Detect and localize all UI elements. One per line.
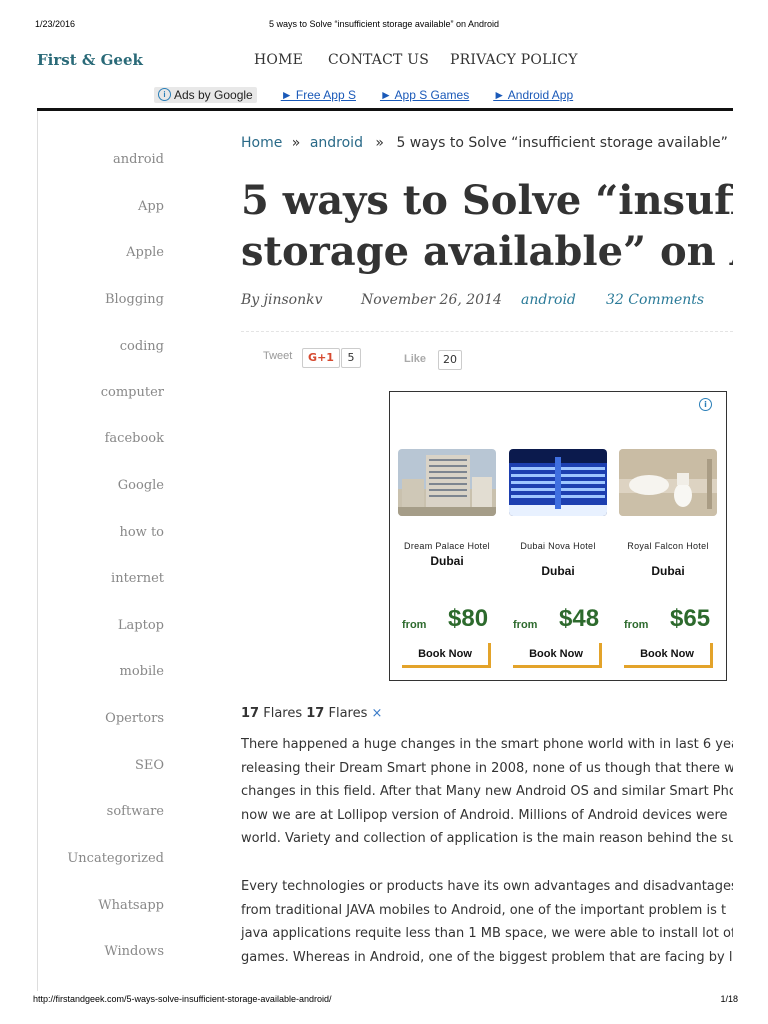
paragraph-line: releasing their Dream Smart phone in 200… (241, 760, 733, 776)
ad-link-app-games[interactable]: ► App S Games (380, 88, 469, 102)
article-date: November 26, 2014 (361, 292, 502, 308)
paragraph-line: world. Variety and collection of applica… (241, 831, 733, 846)
info-icon: i (158, 88, 171, 101)
sidebar-item-google[interactable]: Google (118, 478, 164, 493)
book-now-button[interactable]: Book Now (402, 643, 491, 668)
like-button[interactable]: Like (404, 353, 426, 365)
print-footer-url: http://firstandgeek.com/5-ways-solve-ins… (33, 994, 332, 1004)
hotel-city: Dubai (430, 554, 464, 568)
article-category-link[interactable]: android (521, 292, 576, 308)
sidebar-item-android[interactable]: android (113, 152, 164, 167)
hotel-name: Dream Palace Hotel (404, 541, 490, 551)
sidebar-item-computer[interactable]: computer (101, 385, 164, 400)
article-title: 5 ways to Solve “insuffici storage avail… (241, 175, 733, 277)
hotel-card[interactable]: Royal Falcon Hotel Dubai (619, 449, 717, 578)
sidebar-item-app[interactable]: App (138, 199, 164, 214)
page-viewport: First & Geek HOME CONTACT US PRIVACY POL… (0, 0, 733, 1024)
hotel-name: Royal Falcon Hotel (627, 541, 709, 551)
hotel-price: $80 (448, 605, 489, 632)
ad-link-bar: i Ads by Google ► Free App S ► App S Gam… (154, 86, 573, 103)
flare-label: Flares (328, 706, 368, 721)
book-now-button[interactable]: Book Now (624, 643, 713, 668)
print-page-number: 1/18 (720, 994, 738, 1004)
ad-link-free-app[interactable]: ► Free App S (281, 88, 356, 102)
sidebar-item-laptop[interactable]: Laptop (118, 618, 164, 633)
google-plus-count: 5 (341, 348, 361, 368)
article-paragraph: Every technologies or products have its … (241, 875, 733, 969)
content-left-border (37, 111, 38, 991)
sidebar-item-seo[interactable]: SEO (135, 758, 164, 773)
breadcrumb-separator: » (375, 135, 384, 151)
sidebar-item-software[interactable]: software (107, 804, 164, 819)
paragraph-line: changes in this field. After that Many n… (241, 784, 733, 799)
breadcrumb-separator: » (291, 135, 301, 151)
google-plus-button[interactable]: G+1 (302, 348, 340, 368)
sidebar-item-blogging[interactable]: Blogging (105, 292, 164, 307)
sidebar-item-opertors[interactable]: Opertors (105, 711, 164, 726)
hotel-name: Dubai Nova Hotel (520, 541, 596, 551)
ad-choices-icon[interactable]: i (699, 392, 712, 411)
hotel-photo[interactable] (619, 449, 717, 516)
ad-link-android-app[interactable]: ► Android App (493, 88, 573, 102)
sidebar-item-whatsapp[interactable]: Whatsapp (98, 898, 164, 913)
paragraph-line: Every technologies or products have its … (241, 879, 733, 894)
sidebar-item-facebook[interactable]: facebook (105, 431, 164, 446)
price-from-label: from (513, 619, 538, 631)
article-title-line: storage available” on An (241, 228, 733, 275)
article-paragraph: There happened a huge changes in the sma… (241, 733, 733, 851)
nav-home[interactable]: HOME (254, 52, 303, 68)
hotel-card[interactable]: Dream Palace Hotel Dubai (398, 449, 496, 568)
nav-contact-us[interactable]: CONTACT US (328, 52, 429, 68)
book-now-button[interactable]: Book Now (513, 643, 602, 668)
flare-count: 17 (241, 706, 260, 721)
breadcrumb-category[interactable]: android (310, 135, 363, 151)
sidebar-item-mobile[interactable]: mobile (120, 664, 164, 679)
flare-count: 17 (306, 706, 325, 721)
hotel-price: $48 (559, 605, 600, 632)
article-author[interactable]: By jinsonkv (241, 292, 323, 308)
hotel-ad: i Dream Palace Hotel Dubai from $80 Book… (389, 391, 727, 681)
breadcrumb-current: 5 ways to Solve “insufficient storage av… (396, 135, 733, 151)
hotel-city: Dubai (651, 564, 685, 578)
meta-divider (241, 331, 733, 332)
sidebar-item-internet[interactable]: internet (111, 571, 164, 586)
nav-privacy-policy[interactable]: PRIVACY POLICY (450, 52, 578, 68)
article-comments-link[interactable]: 32 Comments (606, 292, 704, 308)
ads-by-google-badge[interactable]: i Ads by Google (154, 86, 257, 103)
flare-share-bar: 17 Flares 17 Flares × (241, 706, 382, 721)
sidebar-item-how-to[interactable]: how to (119, 525, 164, 540)
flare-label: Flares (263, 706, 303, 721)
hotel-price: $65 (670, 605, 711, 632)
sidebar-item-apple[interactable]: Apple (126, 245, 164, 260)
paragraph-line: There happened a huge changes in the sma… (241, 737, 733, 752)
hotel-card[interactable]: Dubai Nova Hotel Dubai (509, 449, 607, 578)
paragraph-line: now we are at Lollipop version of Androi… (241, 807, 728, 823)
header-divider (37, 108, 733, 111)
breadcrumb-home[interactable]: Home (241, 135, 282, 151)
sidebar-item-windows[interactable]: Windows (104, 944, 164, 959)
price-from-label: from (402, 619, 427, 631)
ads-by-google-label: Ads by Google (174, 87, 253, 102)
paragraph-line: java applications requite less than 1 MB… (241, 926, 733, 941)
breadcrumb: Home » android » 5 ways to Solve “insuff… (241, 135, 733, 151)
like-count: 20 (438, 350, 462, 370)
sidebar-item-uncategorized[interactable]: Uncategorized (67, 851, 164, 866)
paragraph-line: games. Whereas in Android, one of the bi… (241, 949, 733, 965)
sidebar-item-coding[interactable]: coding (120, 339, 164, 354)
info-icon: i (699, 398, 712, 411)
hotel-photo[interactable] (509, 449, 607, 516)
price-from-label: from (624, 619, 649, 631)
tweet-button[interactable]: Tweet (263, 350, 292, 362)
close-icon[interactable]: × (372, 706, 383, 721)
hotel-photo[interactable] (398, 449, 496, 516)
hotel-city: Dubai (541, 564, 575, 578)
paragraph-line: from traditional JAVA mobiles to Android… (241, 902, 727, 918)
site-title[interactable]: First & Geek (37, 51, 143, 69)
article-title-line: 5 ways to Solve “insuffici (241, 177, 733, 224)
